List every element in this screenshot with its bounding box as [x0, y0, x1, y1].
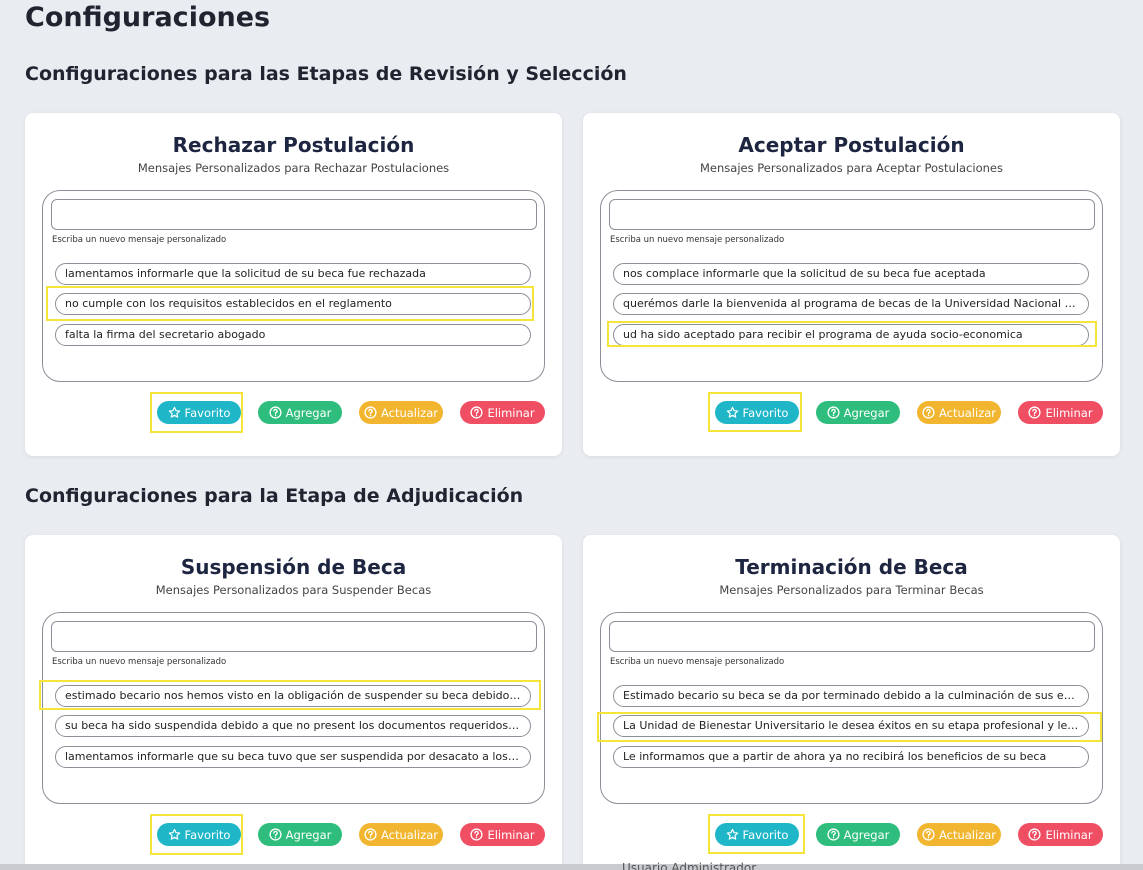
update-button[interactable]: Actualizar [917, 401, 1001, 424]
question-circle-icon [827, 828, 840, 841]
add-label: Agregar [843, 405, 890, 420]
card-subtitle: Mensajes Personalizados para Aceptar Pos… [700, 161, 1003, 175]
star-outline-icon [726, 406, 739, 419]
question-circle-icon [827, 406, 840, 419]
delete-label: Eliminar [1045, 827, 1093, 842]
card-rechazar-postulacion: Rechazar Postulación Mensajes Personaliz… [25, 113, 562, 456]
update-label: Actualizar [938, 827, 997, 842]
question-circle-icon [922, 406, 935, 419]
new-message-input[interactable] [51, 199, 537, 230]
update-label: Actualizar [380, 405, 439, 420]
favorite-button[interactable]: Favorito [715, 823, 799, 846]
page-title: Configuraciones [25, 2, 271, 33]
question-circle-icon [1028, 828, 1042, 841]
card-title: Suspensión de Beca [180, 555, 407, 579]
card-terminacion-beca: Terminación de Beca Mensajes Personaliza… [583, 535, 1120, 870]
message-item[interactable]: La Unidad de Bienestar Universitario le … [613, 715, 1089, 737]
update-button[interactable]: Actualizar [359, 401, 443, 424]
star-outline-icon [168, 828, 181, 841]
card-suspension-beca: Suspensión de Beca Mensajes Personalizad… [25, 535, 562, 870]
new-message-input[interactable] [609, 621, 1095, 652]
add-label: Agregar [285, 405, 332, 420]
update-button[interactable]: Actualizar [359, 823, 443, 846]
footer-user-text: Usuario Administrador [622, 861, 757, 870]
message-item[interactable]: falta la firma del secretario abogado [55, 324, 531, 346]
card-subtitle: Mensajes Personalizados para Suspender B… [155, 583, 432, 597]
add-label: Agregar [285, 827, 332, 842]
card-title: Rechazar Postulación [172, 133, 415, 157]
input-hint: Escriba un nuevo mensaje personalizado [52, 235, 227, 245]
favorite-label: Favorito [742, 827, 789, 842]
bottom-bar [0, 864, 1143, 870]
input-hint: Escriba un nuevo mensaje personalizado [52, 657, 227, 667]
update-label: Actualizar [938, 405, 997, 420]
input-hint: Escriba un nuevo mensaje personalizado [610, 657, 785, 667]
card-title: Terminación de Beca [735, 555, 968, 579]
delete-button[interactable]: Eliminar [460, 823, 545, 846]
add-label: Agregar [843, 827, 890, 842]
input-hint: Escriba un nuevo mensaje personalizado [610, 235, 785, 245]
message-item[interactable]: Le informamos que a partir de ahora ya n… [613, 746, 1089, 768]
delete-button[interactable]: Eliminar [460, 401, 545, 424]
message-item[interactable]: querémos darle la bienvenida al programa… [613, 293, 1089, 315]
card-subtitle: Mensajes Personalizados para Terminar Be… [719, 583, 984, 597]
message-item[interactable]: no cumple con los requisitos establecido… [55, 293, 531, 315]
question-circle-icon [364, 406, 377, 419]
favorite-label: Favorito [184, 827, 231, 842]
message-item[interactable]: nos complace informarle que la solicitud… [613, 263, 1089, 285]
delete-label: Eliminar [487, 405, 535, 420]
delete-label: Eliminar [1045, 405, 1093, 420]
card-aceptar-postulacion: Aceptar Postulación Mensajes Personaliza… [583, 113, 1120, 456]
question-circle-icon [470, 406, 484, 419]
update-button[interactable]: Actualizar [917, 823, 1001, 846]
section-title-revision: Configuraciones para las Etapas de Revis… [25, 63, 627, 85]
update-label: Actualizar [380, 827, 439, 842]
favorite-label: Favorito [742, 405, 789, 420]
favorite-button[interactable]: Favorito [157, 401, 241, 424]
question-circle-icon [922, 828, 935, 841]
add-button[interactable]: Agregar [816, 823, 900, 846]
star-outline-icon [168, 406, 181, 419]
delete-button[interactable]: Eliminar [1018, 401, 1103, 424]
question-circle-icon [1028, 406, 1042, 419]
question-circle-icon [269, 406, 282, 419]
section-title-adjudicacion: Configuraciones para la Etapa de Adjudic… [25, 485, 524, 507]
card-title: Aceptar Postulación [738, 133, 965, 157]
favorite-button[interactable]: Favorito [715, 401, 799, 424]
message-item[interactable]: lamentamos informarle que su beca tuvo q… [55, 746, 531, 768]
message-box: Escriba un nuevo mensaje personalizado e… [39, 612, 545, 804]
message-box: Escriba un nuevo mensaje personalizado n… [600, 190, 1103, 382]
message-item[interactable]: su beca ha sido suspendida debido a que … [55, 715, 531, 737]
add-button[interactable]: Agregar [258, 401, 342, 424]
message-box: Escriba un nuevo mensaje personalizado E… [597, 612, 1103, 804]
card-subtitle: Mensajes Personalizados para Rechazar Po… [137, 161, 450, 175]
question-circle-icon [470, 828, 484, 841]
favorite-label: Favorito [184, 405, 231, 420]
star-outline-icon [726, 828, 739, 841]
question-circle-icon [269, 828, 282, 841]
add-button[interactable]: Agregar [258, 823, 342, 846]
message-box: Escriba un nuevo mensaje personalizado l… [42, 190, 545, 382]
message-item[interactable]: estimado becario nos hemos visto en la o… [55, 685, 531, 707]
add-button[interactable]: Agregar [816, 401, 900, 424]
message-item[interactable]: Estimado becario su beca se da por termi… [613, 685, 1089, 707]
message-item[interactable]: ud ha sido aceptado para recibir el prog… [613, 324, 1089, 346]
new-message-input[interactable] [51, 621, 537, 652]
favorite-button[interactable]: Favorito [157, 823, 241, 846]
message-item[interactable]: lamentamos informarle que la solicitud d… [55, 263, 531, 285]
delete-button[interactable]: Eliminar [1018, 823, 1103, 846]
delete-label: Eliminar [487, 827, 535, 842]
new-message-input[interactable] [609, 199, 1095, 230]
question-circle-icon [364, 828, 377, 841]
